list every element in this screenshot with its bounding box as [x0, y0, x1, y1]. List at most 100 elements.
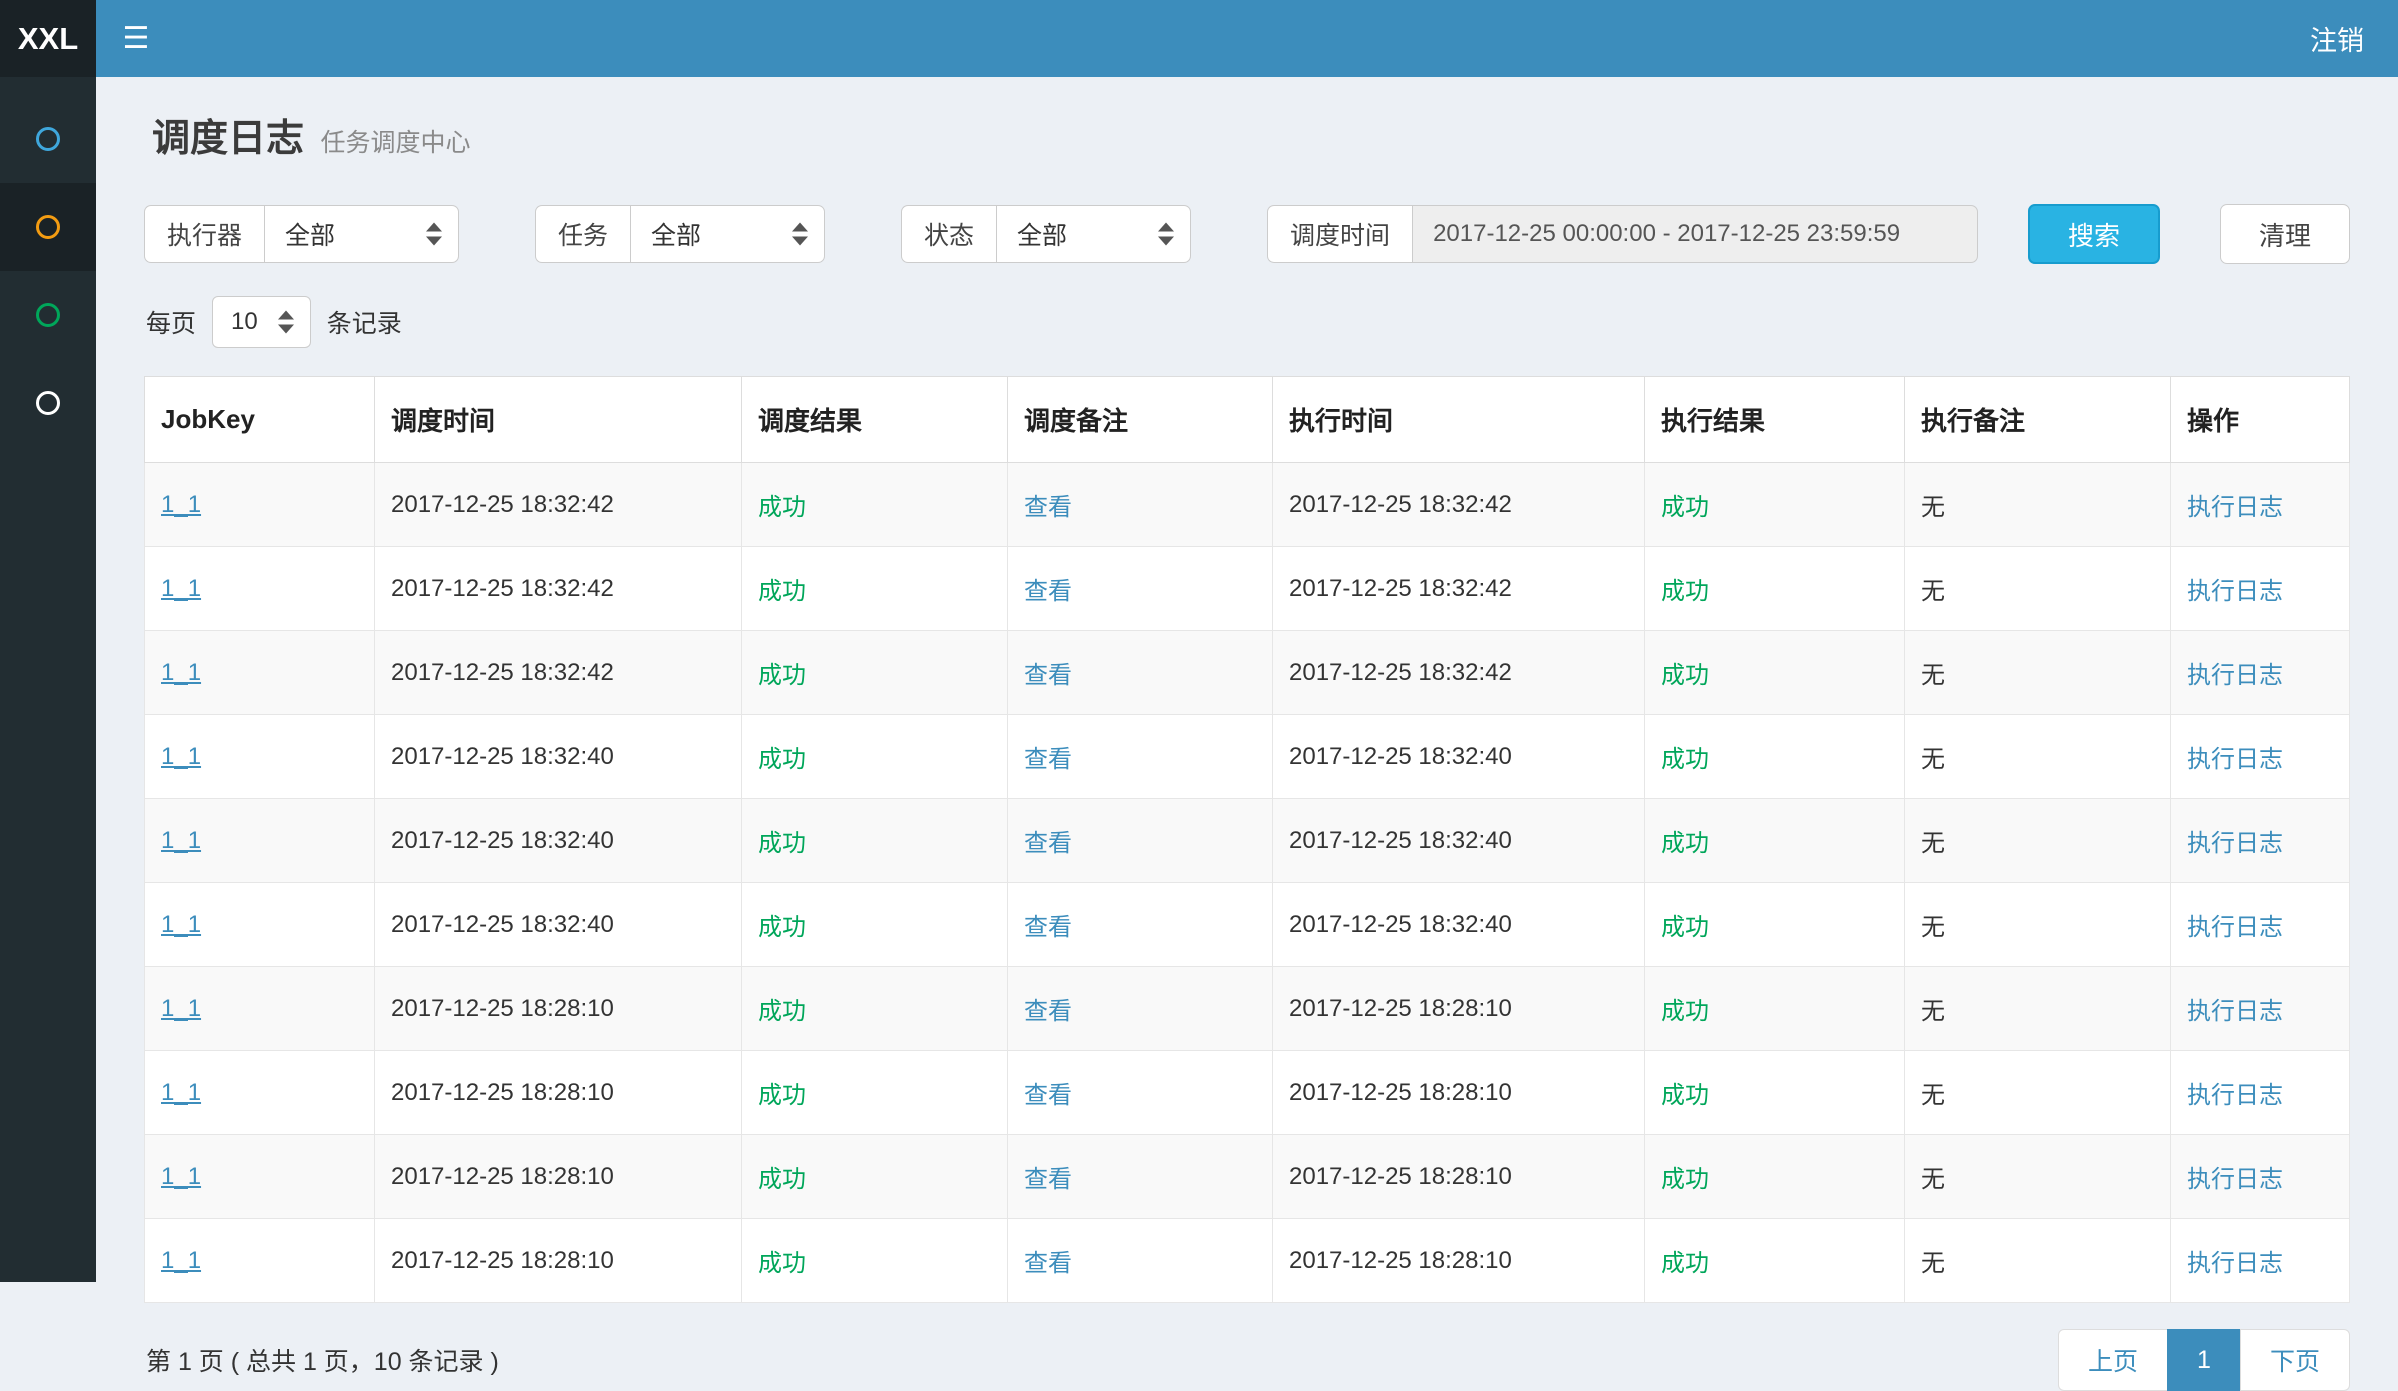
select-arrows-icon	[792, 223, 808, 246]
dispatch-result-cell: 成功	[742, 463, 1008, 547]
dispatch-time-cell: 2017-12-25 18:32:42	[375, 463, 742, 547]
column-header: 操作	[2171, 377, 2350, 463]
jobkey-link[interactable]: 1_1	[161, 995, 201, 1022]
exec-remark-cell: 无	[1905, 631, 2171, 715]
table-row: 1_1 2017-12-25 18:32:40 成功 查看 2017-12-25…	[145, 799, 2350, 883]
exec-result-cell: 成功	[1645, 631, 1905, 715]
exec-log-link[interactable]: 执行日志	[2187, 662, 2283, 689]
dispatch-remark-link[interactable]: 查看	[1024, 914, 1072, 941]
column-header: JobKey	[145, 377, 375, 463]
jobkey-link[interactable]: 1_1	[161, 827, 201, 854]
exec-time-cell: 2017-12-25 18:32:42	[1273, 547, 1645, 631]
jobkey-link[interactable]: 1_1	[161, 743, 201, 770]
jobkey-link[interactable]: 1_1	[161, 491, 201, 518]
jobkey-link[interactable]: 1_1	[161, 575, 201, 602]
jobkey-link[interactable]: 1_1	[161, 1163, 201, 1190]
table-header-row: JobKey调度时间调度结果调度备注执行时间执行结果执行备注操作	[145, 377, 2350, 463]
table-row: 1_1 2017-12-25 18:32:42 成功 查看 2017-12-25…	[145, 547, 2350, 631]
exec-log-link[interactable]: 执行日志	[2187, 1082, 2283, 1109]
status-label: 状态	[901, 205, 996, 263]
dispatch-time-cell: 2017-12-25 18:28:10	[375, 967, 742, 1051]
status-select-value: 全部	[1017, 216, 1067, 252]
job-filter: 任务 全部	[535, 205, 825, 263]
sidebar-item-executor-manage[interactable]	[0, 359, 96, 447]
dispatch-remark-link[interactable]: 查看	[1024, 1166, 1072, 1193]
exec-result-cell: 成功	[1645, 1051, 1905, 1135]
prev-page-button[interactable]: 上页	[2058, 1329, 2168, 1391]
status-select[interactable]: 全部	[996, 205, 1191, 263]
main-content: 调度日志 任务调度中心 执行器 全部 任务 全部 状态 全部	[96, 77, 2398, 1391]
column-header: 执行时间	[1273, 377, 1645, 463]
dispatch-remark-link[interactable]: 查看	[1024, 1250, 1072, 1277]
dispatch-result-cell: 成功	[742, 1135, 1008, 1219]
exec-remark-cell: 无	[1905, 1051, 2171, 1135]
jobkey-link[interactable]: 1_1	[161, 659, 201, 686]
dispatch-remark-link[interactable]: 查看	[1024, 662, 1072, 689]
page-1-button[interactable]: 1	[2167, 1329, 2241, 1391]
dispatch-remark-link[interactable]: 查看	[1024, 830, 1072, 857]
page-size-prefix: 每页	[146, 304, 196, 340]
search-button[interactable]: 搜索	[2028, 204, 2160, 264]
exec-result-cell: 成功	[1645, 1135, 1905, 1219]
jobkey-link[interactable]: 1_1	[161, 1079, 201, 1106]
exec-log-link[interactable]: 执行日志	[2187, 578, 2283, 605]
dispatch-time-cell: 2017-12-25 18:28:10	[375, 1219, 742, 1303]
dispatch-result-cell: 成功	[742, 1219, 1008, 1303]
exec-log-link[interactable]: 执行日志	[2187, 1166, 2283, 1193]
logout-button[interactable]: 注销	[2276, 0, 2398, 77]
dispatch-result-cell: 成功	[742, 883, 1008, 967]
exec-time-cell: 2017-12-25 18:28:10	[1273, 1219, 1645, 1303]
dispatch-time-cell: 2017-12-25 18:32:42	[375, 631, 742, 715]
page-summary: 第 1 页 ( 总共 1 页，10 条记录 )	[144, 1342, 499, 1378]
page-title: 调度日志	[152, 118, 304, 160]
executor-select[interactable]: 全部	[264, 205, 459, 263]
column-header: 调度结果	[742, 377, 1008, 463]
hamburger-menu-icon[interactable]: ☰	[96, 0, 176, 77]
select-arrows-icon	[278, 311, 294, 334]
clean-button[interactable]: 清理	[2220, 204, 2350, 264]
app-logo[interactable]: XXL	[0, 0, 96, 77]
exec-log-link[interactable]: 执行日志	[2187, 1250, 2283, 1277]
page-size-select[interactable]: 10	[212, 296, 311, 348]
page-subtitle: 任务调度中心	[320, 129, 470, 157]
column-header: 执行结果	[1645, 377, 1905, 463]
column-header: 调度备注	[1008, 377, 1273, 463]
exec-remark-cell: 无	[1905, 1219, 2171, 1303]
circle-icon	[36, 303, 60, 327]
sidebar-item-job-manage[interactable]	[0, 183, 96, 271]
sidebar-item-job-log[interactable]	[0, 271, 96, 359]
sidebar-item-dashboard[interactable]	[0, 95, 96, 183]
jobkey-link[interactable]: 1_1	[161, 911, 201, 938]
dispatch-remark-link[interactable]: 查看	[1024, 578, 1072, 605]
job-label: 任务	[535, 205, 630, 263]
executor-label: 执行器	[144, 205, 264, 263]
dispatch-remark-link[interactable]: 查看	[1024, 494, 1072, 521]
exec-time-cell: 2017-12-25 18:32:42	[1273, 631, 1645, 715]
dispatch-time-range-input[interactable]	[1412, 205, 1978, 263]
exec-log-link[interactable]: 执行日志	[2187, 914, 2283, 941]
column-header: 执行备注	[1905, 377, 2171, 463]
dispatch-remark-link[interactable]: 查看	[1024, 1082, 1072, 1109]
exec-time-cell: 2017-12-25 18:32:40	[1273, 883, 1645, 967]
exec-time-cell: 2017-12-25 18:32:40	[1273, 799, 1645, 883]
exec-log-link[interactable]: 执行日志	[2187, 746, 2283, 773]
next-page-button[interactable]: 下页	[2240, 1329, 2350, 1391]
exec-log-link[interactable]: 执行日志	[2187, 830, 2283, 857]
exec-result-cell: 成功	[1645, 463, 1905, 547]
dispatch-remark-link[interactable]: 查看	[1024, 998, 1072, 1025]
dispatch-time-cell: 2017-12-25 18:32:40	[375, 715, 742, 799]
jobkey-link[interactable]: 1_1	[161, 1247, 201, 1274]
dispatch-time-filter: 调度时间	[1267, 205, 1978, 263]
dispatch-remark-link[interactable]: 查看	[1024, 746, 1072, 773]
exec-log-link[interactable]: 执行日志	[2187, 998, 2283, 1025]
job-select[interactable]: 全部	[630, 205, 825, 263]
exec-remark-cell: 无	[1905, 883, 2171, 967]
exec-result-cell: 成功	[1645, 547, 1905, 631]
dispatch-result-cell: 成功	[742, 715, 1008, 799]
page-header: 调度日志 任务调度中心	[144, 77, 2350, 168]
select-arrows-icon	[426, 223, 442, 246]
exec-log-link[interactable]: 执行日志	[2187, 494, 2283, 521]
exec-result-cell: 成功	[1645, 715, 1905, 799]
exec-remark-cell: 无	[1905, 1135, 2171, 1219]
exec-remark-cell: 无	[1905, 715, 2171, 799]
